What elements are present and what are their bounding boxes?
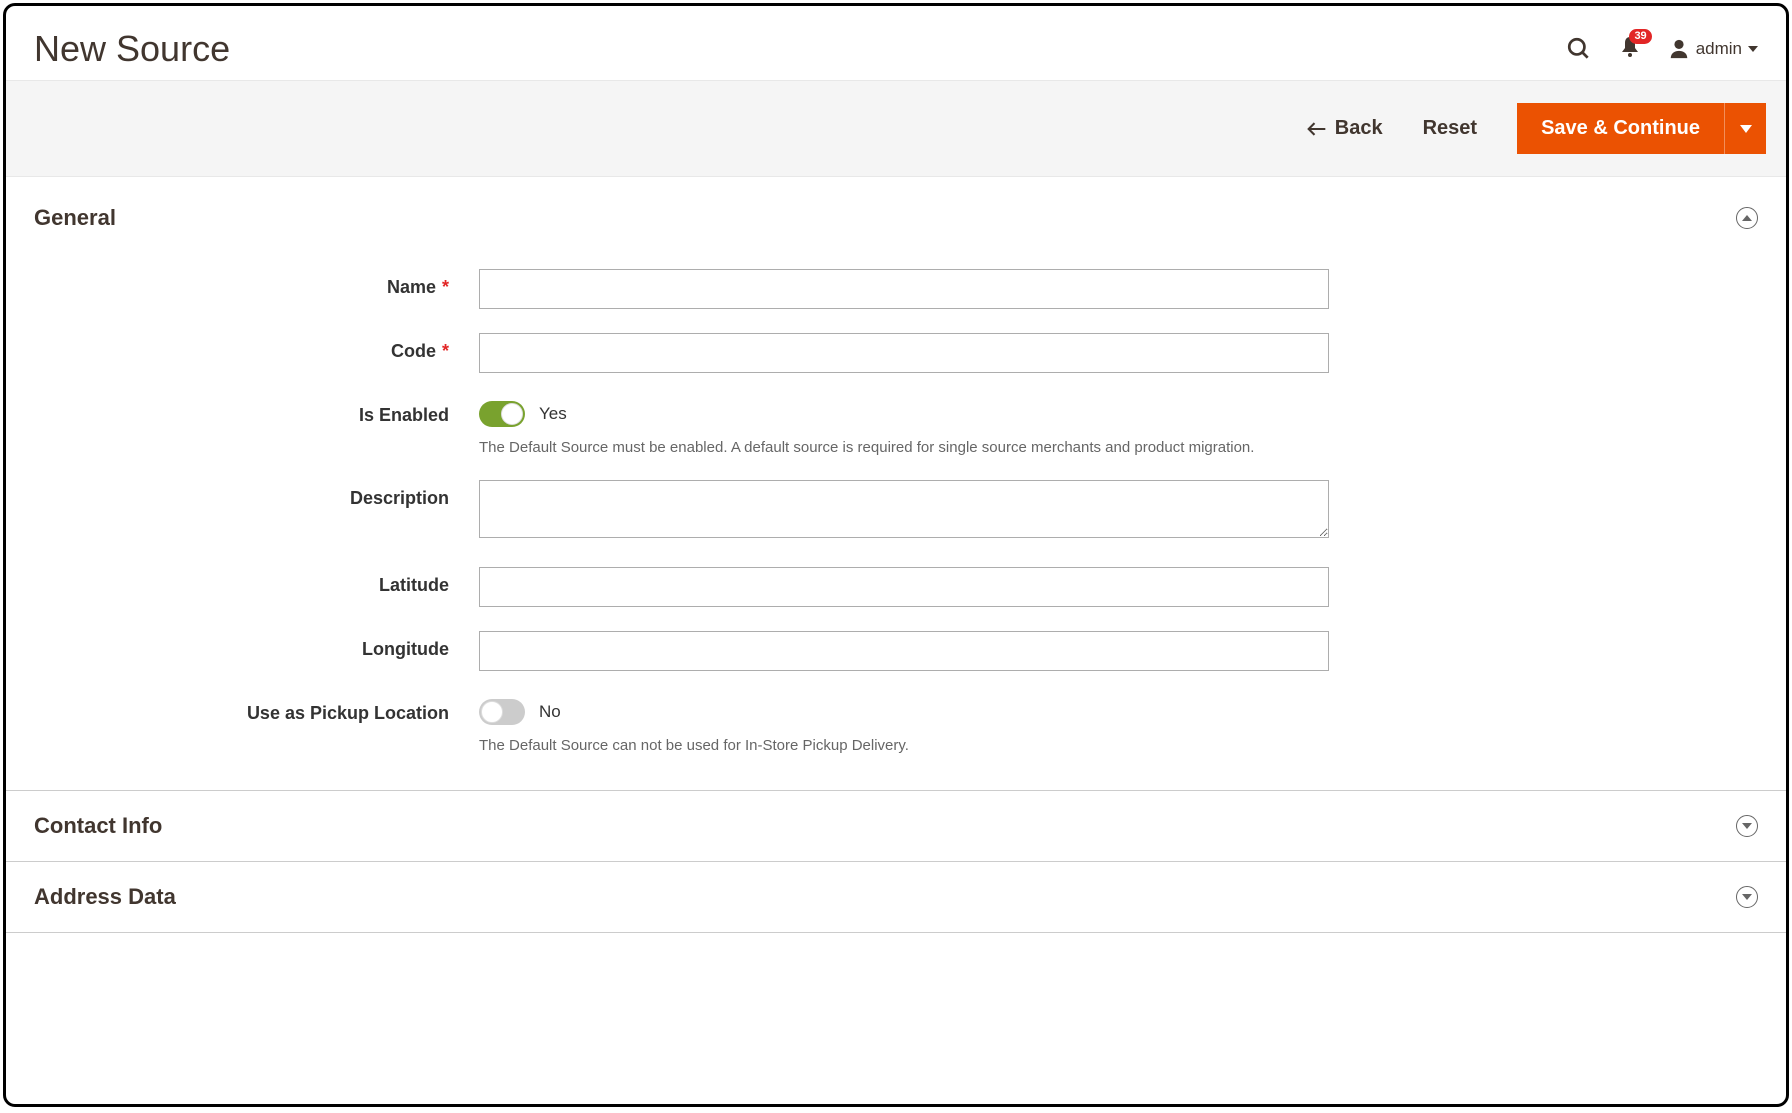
name-input[interactable] xyxy=(479,269,1329,309)
section-contact-info-title: Contact Info xyxy=(34,813,162,839)
code-input[interactable] xyxy=(479,333,1329,373)
section-general-header[interactable]: General xyxy=(34,177,1758,251)
section-contact-info-header[interactable]: Contact Info xyxy=(34,791,1758,861)
notifications-icon[interactable]: 39 xyxy=(1618,35,1642,64)
latitude-input[interactable] xyxy=(479,567,1329,607)
username-label: admin xyxy=(1696,39,1742,59)
longitude-input[interactable] xyxy=(479,631,1329,671)
section-general-title: General xyxy=(34,205,116,231)
back-button[interactable]: Back xyxy=(1307,117,1383,140)
chevron-down-icon xyxy=(1748,46,1758,52)
chevron-down-icon xyxy=(1736,815,1758,837)
notification-badge: 39 xyxy=(1629,29,1651,44)
save-dropdown-button[interactable] xyxy=(1724,103,1766,154)
section-general: General Name* Code* Is Enabled xyxy=(6,177,1786,791)
section-contact-info: Contact Info xyxy=(6,791,1786,862)
is-enabled-toggle[interactable] xyxy=(479,401,525,427)
triangle-down-icon xyxy=(1740,125,1752,133)
pickup-note: The Default Source can not be used for I… xyxy=(479,737,1329,754)
page-title: New Source xyxy=(34,28,230,70)
action-bar: Back Reset Save & Continue xyxy=(6,80,1786,177)
field-label-latitude: Latitude xyxy=(34,567,479,596)
field-label-pickup: Use as Pickup Location xyxy=(34,695,479,724)
user-menu[interactable]: admin xyxy=(1668,38,1758,60)
is-enabled-value: Yes xyxy=(539,404,567,424)
field-label-description: Description xyxy=(34,480,479,509)
field-label-longitude: Longitude xyxy=(34,631,479,660)
section-address-data-title: Address Data xyxy=(34,884,176,910)
search-icon[interactable] xyxy=(1566,36,1592,62)
is-enabled-note: The Default Source must be enabled. A de… xyxy=(479,439,1329,456)
section-address-data-header[interactable]: Address Data xyxy=(34,862,1758,932)
section-address-data: Address Data xyxy=(6,862,1786,933)
chevron-up-icon xyxy=(1736,207,1758,229)
chevron-down-icon xyxy=(1736,886,1758,908)
save-continue-button[interactable]: Save & Continue xyxy=(1517,103,1724,154)
field-label-enabled: Is Enabled xyxy=(34,397,479,426)
field-label-name: Name* xyxy=(34,269,479,298)
back-label: Back xyxy=(1335,117,1383,140)
description-input[interactable] xyxy=(479,480,1329,538)
pickup-value: No xyxy=(539,702,561,722)
field-label-code: Code* xyxy=(34,333,479,362)
pickup-location-toggle[interactable] xyxy=(479,699,525,725)
reset-label: Reset xyxy=(1423,117,1477,140)
reset-button[interactable]: Reset xyxy=(1423,117,1477,140)
